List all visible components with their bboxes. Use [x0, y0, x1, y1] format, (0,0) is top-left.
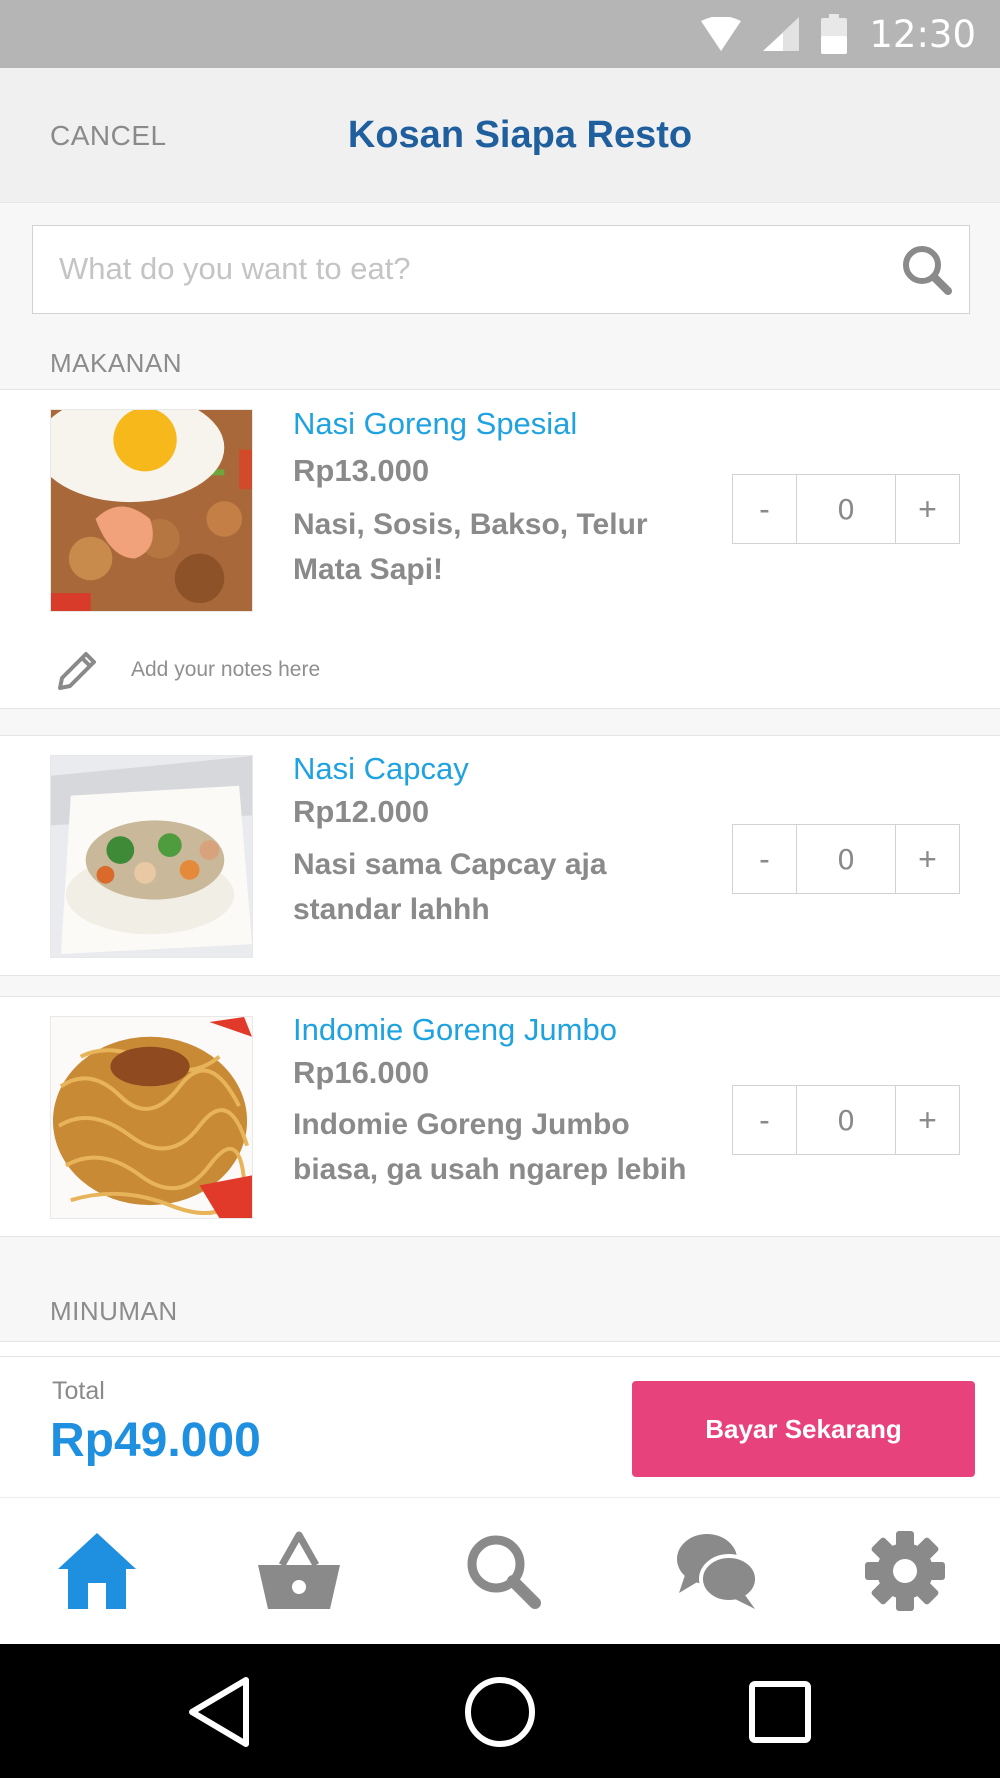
search-icon[interactable]	[899, 242, 955, 298]
food-image-nasi-goreng	[50, 409, 253, 612]
nav-basket[interactable]	[254, 1526, 344, 1616]
item-description: Nasi sama Capcay aja standar lahhh	[293, 848, 607, 926]
item-name[interactable]: Nasi Goreng Spesial	[293, 406, 577, 442]
item-description: Indomie Goreng Jumbo biasa, ga usah ngar…	[293, 1108, 687, 1186]
quantity-stepper: - 0 +	[732, 824, 960, 894]
pay-now-button[interactable]: Bayar Sekarang	[632, 1381, 975, 1477]
item-name[interactable]: Nasi Capcay	[293, 751, 469, 787]
status-bar: 12:30	[0, 0, 1000, 68]
total-value: Rp49.000	[50, 1414, 261, 1467]
home-icon	[58, 1533, 136, 1609]
pencil-icon	[58, 652, 96, 690]
decrement-button[interactable]: -	[733, 475, 796, 543]
quantity-stepper: - 0 +	[732, 1085, 960, 1155]
nav-search[interactable]	[458, 1526, 548, 1616]
back-icon[interactable]	[180, 1672, 260, 1752]
food-image-indomie	[50, 1016, 253, 1219]
quantity-value: 0	[796, 475, 896, 543]
increment-button[interactable]: +	[896, 825, 959, 893]
status-time: 12:30	[869, 12, 976, 56]
home-circle-icon[interactable]	[460, 1672, 540, 1752]
search-icon	[467, 1535, 541, 1609]
quantity-stepper: - 0 +	[732, 474, 960, 544]
checkout-bar: Total Rp49.000 Bayar Sekarang	[0, 1356, 1000, 1498]
nav-chat[interactable]	[672, 1526, 762, 1616]
wifi-icon	[701, 17, 742, 51]
decrement-button[interactable]: -	[733, 1086, 796, 1154]
signal-icon	[763, 17, 800, 51]
quantity-value: 0	[796, 825, 896, 893]
page-title: Kosan Siapa Resto	[347, 114, 693, 156]
increment-button[interactable]: +	[896, 475, 959, 543]
settings-icon	[865, 1531, 945, 1611]
nav-settings[interactable]	[860, 1526, 950, 1616]
item-price: Rp12.000	[293, 794, 430, 829]
search-box	[32, 225, 970, 314]
bottom-nav	[0, 1498, 1000, 1644]
recents-icon[interactable]	[740, 1672, 820, 1752]
basket-icon	[258, 1531, 340, 1609]
menu-item: Nasi Capcay Rp12.000 Nasi sama Capcay aj…	[0, 735, 1000, 976]
chat-icon	[677, 1534, 759, 1609]
notes-placeholder: Add your notes here	[131, 658, 321, 681]
decrement-button[interactable]: -	[733, 825, 796, 893]
nav-home[interactable]	[52, 1526, 142, 1616]
list-item	[0, 1341, 1000, 1356]
section-label-drinks: MINUMAN	[50, 1296, 178, 1326]
system-nav-bar	[0, 1644, 1000, 1778]
menu-item: Nasi Goreng Spesial Rp13.000 Nasi, Sosis…	[0, 389, 1000, 631]
food-image-nasi-capcay	[50, 755, 253, 958]
section-label-food: MAKANAN	[50, 348, 183, 378]
notes-field[interactable]: Add your notes here	[0, 630, 1000, 709]
menu-item: Indomie Goreng Jumbo Rp16.000 Indomie Go…	[0, 996, 1000, 1237]
quantity-value: 0	[796, 1086, 896, 1154]
item-price: Rp16.000	[293, 1055, 430, 1090]
item-description: Nasi, Sosis, Bakso, Telur Mata Sapi!	[293, 508, 648, 586]
increment-button[interactable]: +	[896, 1086, 959, 1154]
item-price: Rp13.000	[293, 453, 430, 488]
item-name[interactable]: Indomie Goreng Jumbo	[293, 1012, 617, 1048]
total-label: Total	[52, 1377, 105, 1405]
search-input[interactable]	[59, 226, 879, 312]
app-header: CANCEL Kosan Siapa Resto	[0, 68, 1000, 203]
battery-icon	[821, 14, 848, 54]
